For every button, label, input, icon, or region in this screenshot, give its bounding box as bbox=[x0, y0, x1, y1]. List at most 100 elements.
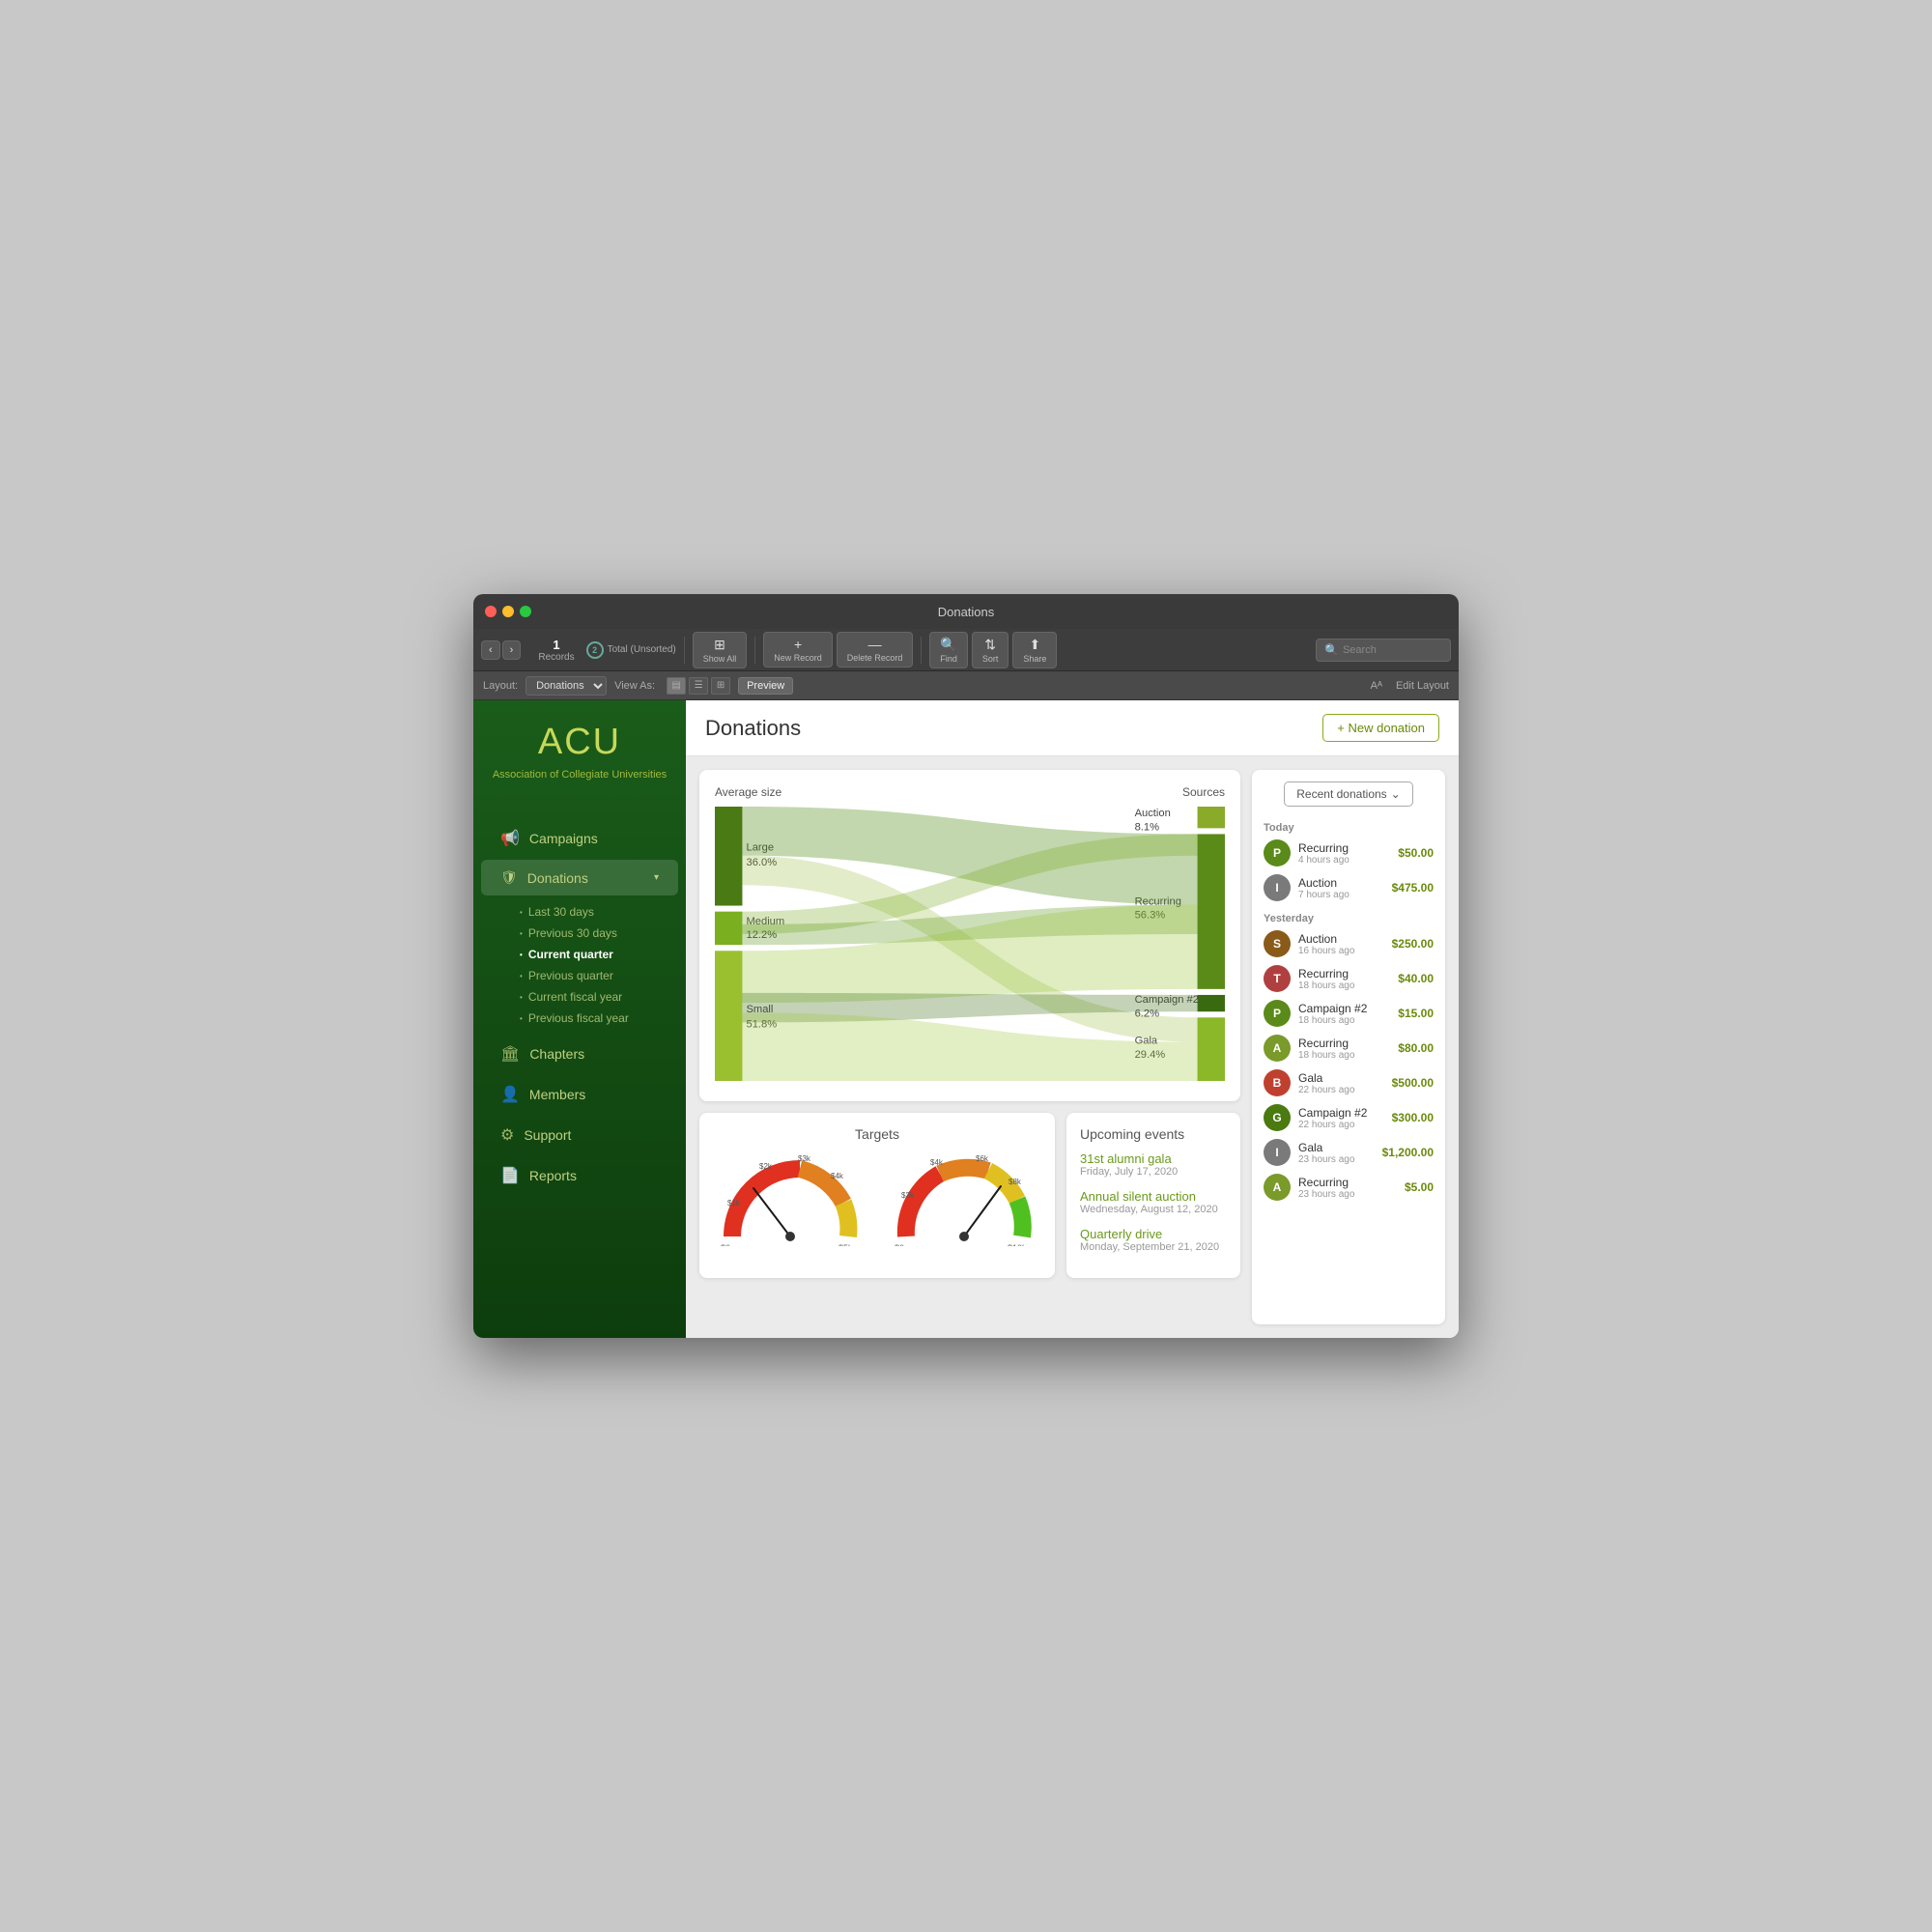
donation-info-y4: Gala 22 hours ago bbox=[1298, 1071, 1384, 1095]
sub-prev30[interactable]: • Previous 30 days bbox=[512, 923, 686, 944]
members-icon: 👤 bbox=[500, 1085, 520, 1104]
sub-prev-fiscal[interactable]: • Previous fiscal year bbox=[512, 1008, 686, 1029]
sankey-header: Average size Sources bbox=[715, 785, 1225, 799]
sankey-chart: Large 36.0% Medium 12.2% Small 51.8% bbox=[715, 807, 1225, 1086]
donation-yesterday-4: B Gala 22 hours ago $500.00 bbox=[1264, 1069, 1434, 1096]
gauge2-green-seg bbox=[1017, 1200, 1023, 1236]
avatar-y0: S bbox=[1264, 930, 1291, 957]
delete-record-icon: — bbox=[868, 637, 882, 652]
gauge1-4k: $4k bbox=[831, 1172, 844, 1180]
donations-submenu: • Last 30 days • Previous 30 days • Curr… bbox=[473, 897, 686, 1033]
back-btn[interactable]: ‹ bbox=[481, 640, 500, 660]
event-2-date: Wednesday, August 12, 2020 bbox=[1080, 1204, 1227, 1215]
view-table-btn[interactable]: ⊞ bbox=[711, 677, 730, 695]
donation-time-y6: 23 hours ago bbox=[1298, 1154, 1375, 1165]
gauges-row: $0 $5k $1k $2k $3k $4k bbox=[713, 1150, 1041, 1246]
avatar-i1: I bbox=[1264, 874, 1291, 901]
avatar-p1: P bbox=[1264, 839, 1291, 867]
minimize-button[interactable] bbox=[502, 606, 514, 617]
recent-donations-btn[interactable]: Recent donations ⌄ bbox=[1284, 781, 1412, 807]
forward-btn[interactable]: › bbox=[502, 640, 522, 660]
donation-info-y5: Campaign #2 22 hours ago bbox=[1298, 1106, 1384, 1130]
sub-current-quarter[interactable]: • Current quarter bbox=[512, 944, 686, 965]
show-all-btn[interactable]: ⊞ Show All bbox=[693, 632, 748, 668]
sub-current-fiscal[interactable]: • Current fiscal year bbox=[512, 986, 686, 1008]
events-title: Upcoming events bbox=[1080, 1126, 1227, 1142]
donation-type-1: Auction bbox=[1298, 876, 1384, 890]
donation-time-y1: 18 hours ago bbox=[1298, 980, 1390, 991]
sort-btn[interactable]: ⇅ Sort bbox=[972, 632, 1009, 668]
sankey-svg: Large 36.0% Medium 12.2% Small 51.8% bbox=[715, 807, 1225, 1081]
gauge1-pivot bbox=[785, 1232, 795, 1241]
donation-amount-y7: $5.00 bbox=[1405, 1180, 1434, 1194]
sep3 bbox=[921, 637, 922, 664]
edit-layout-btn[interactable]: Edit Layout bbox=[1396, 680, 1449, 692]
bullet-icon: • bbox=[520, 1014, 523, 1023]
gauge1-max: $5k bbox=[838, 1243, 853, 1246]
donation-amount-y1: $40.00 bbox=[1398, 972, 1434, 985]
gauge2-min: $0 bbox=[895, 1243, 904, 1246]
record-counter: 1 Records bbox=[538, 638, 574, 663]
event-item-1: 31st alumni gala Friday, July 17, 2020 bbox=[1080, 1151, 1227, 1178]
view-icons: ▤ ☰ ⊞ bbox=[667, 677, 730, 695]
show-all-icon: ⊞ bbox=[714, 637, 725, 653]
sub-prev-quarter-label: Previous quarter bbox=[528, 969, 613, 982]
sidebar-nav: 📢 Campaigns 🛡 Donations ▾ • Last 30 days… bbox=[473, 817, 686, 1319]
sub-last30[interactable]: • Last 30 days bbox=[512, 901, 686, 923]
donation-yesterday-7: A Recurring 23 hours ago $5.00 bbox=[1264, 1174, 1434, 1201]
total-circle: 2 bbox=[586, 641, 604, 659]
yesterday-items: S Auction 16 hours ago $250.00 T Recurri… bbox=[1264, 930, 1434, 1208]
record-number: 1 bbox=[553, 638, 559, 652]
sidebar-item-chapters[interactable]: 🏛 Chapters bbox=[481, 1035, 678, 1073]
search-box[interactable]: 🔍 Search bbox=[1316, 639, 1451, 662]
new-record-btn[interactable]: + New Record bbox=[763, 632, 833, 668]
donation-type-y5: Campaign #2 bbox=[1298, 1106, 1384, 1120]
delete-record-btn[interactable]: — Delete Record bbox=[837, 632, 914, 668]
layout-select[interactable]: Donations bbox=[526, 676, 607, 696]
share-btn[interactable]: ⬆ Share bbox=[1012, 632, 1057, 668]
sidebar-item-donations[interactable]: 🛡 Donations ▾ bbox=[481, 860, 678, 895]
avatar-y2: P bbox=[1264, 1000, 1291, 1027]
donation-time-y7: 23 hours ago bbox=[1298, 1189, 1397, 1200]
chapters-icon: 🏛 bbox=[500, 1044, 520, 1064]
donation-amount-0: $50.00 bbox=[1398, 846, 1434, 860]
gauge2-pivot bbox=[959, 1232, 969, 1241]
sort-icon: ⇅ bbox=[984, 637, 996, 653]
sidebar-item-reports[interactable]: 📄 Reports bbox=[481, 1156, 678, 1195]
logo-subtitle: Association of Collegiate Universities bbox=[489, 768, 670, 782]
view-list-btn[interactable]: ☰ bbox=[689, 677, 708, 695]
yesterday-label: Yesterday bbox=[1264, 913, 1434, 924]
nav-arrows: ‹ › bbox=[481, 640, 521, 660]
donation-info-y3: Recurring 18 hours ago bbox=[1298, 1037, 1390, 1061]
sub-prev-quarter[interactable]: • Previous quarter bbox=[512, 965, 686, 986]
donation-amount-y2: $15.00 bbox=[1398, 1007, 1434, 1020]
donation-time-1: 7 hours ago bbox=[1298, 890, 1384, 900]
donation-time-y4: 22 hours ago bbox=[1298, 1085, 1384, 1095]
find-btn[interactable]: 🔍 Find bbox=[929, 632, 968, 668]
gauge-1-svg: $0 $5k $1k $2k $3k $4k bbox=[713, 1150, 867, 1246]
app-window: Donations ‹ › 1 Records 2 Total (Unsorte… bbox=[473, 594, 1459, 1338]
sankey-medium-bar bbox=[715, 912, 742, 946]
new-donation-button[interactable]: + New donation bbox=[1322, 714, 1439, 742]
donation-yesterday-0: S Auction 16 hours ago $250.00 bbox=[1264, 930, 1434, 957]
donation-yesterday-5: G Campaign #2 22 hours ago $300.00 bbox=[1264, 1104, 1434, 1131]
delete-record-label: Delete Record bbox=[847, 653, 903, 663]
event-1-name: 31st alumni gala bbox=[1080, 1151, 1227, 1166]
sidebar-item-campaigns[interactable]: 📢 Campaigns bbox=[481, 819, 678, 858]
sidebar-item-members[interactable]: 👤 Members bbox=[481, 1075, 678, 1114]
donations-icon: 🛡 bbox=[500, 869, 518, 886]
content-body: Average size Sources Large 36.0% bbox=[686, 756, 1459, 1338]
maximize-button[interactable] bbox=[520, 606, 531, 617]
bullet-icon: • bbox=[520, 951, 523, 959]
left-panel: Average size Sources Large 36.0% bbox=[699, 770, 1240, 1324]
sub-current-quarter-label: Current quarter bbox=[528, 948, 613, 961]
close-button[interactable] bbox=[485, 606, 497, 617]
donation-type-y0: Auction bbox=[1298, 932, 1384, 946]
gauge1-3k: $3k bbox=[798, 1154, 811, 1163]
layout-bar: Layout: Donations View As: ▤ ☰ ⊞ Preview… bbox=[473, 671, 1459, 700]
view-form-btn[interactable]: ▤ bbox=[667, 677, 686, 695]
sidebar-item-support[interactable]: ⚙ Support bbox=[481, 1116, 678, 1154]
donation-amount-y3: $80.00 bbox=[1398, 1041, 1434, 1055]
share-label: Share bbox=[1023, 654, 1046, 664]
preview-btn[interactable]: Preview bbox=[738, 677, 793, 695]
